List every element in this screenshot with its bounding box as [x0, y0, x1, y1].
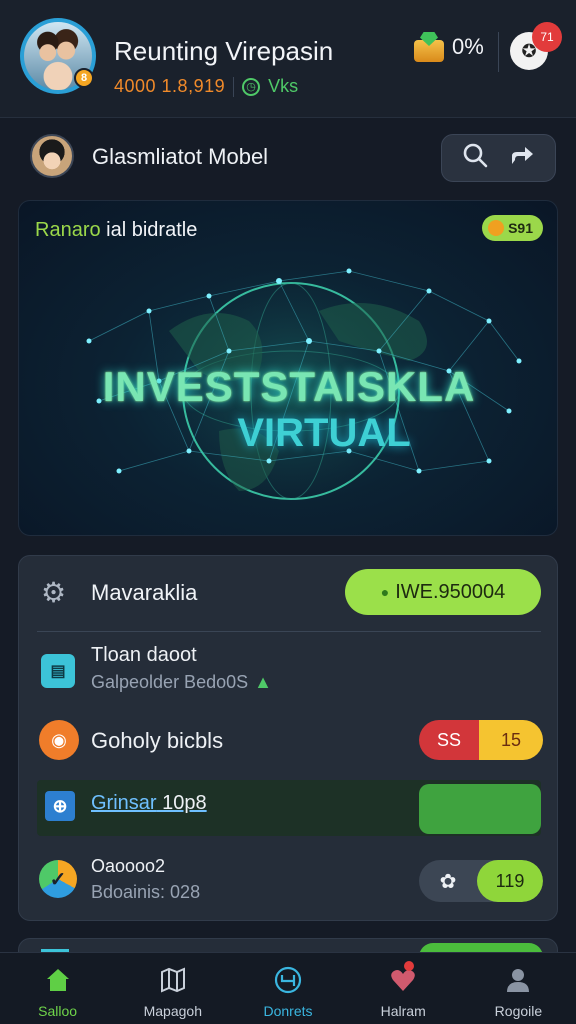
coin-value: 0%	[452, 34, 484, 59]
action-group	[441, 134, 556, 182]
coin-balance[interactable]: 0%	[412, 30, 484, 64]
tab-profile[interactable]: Rogoile	[461, 953, 576, 1024]
gear-icon[interactable]: ⚙	[41, 576, 66, 609]
hero-banner[interactable]: Ranaro ial bidratle S91 INVESTSTAISKLA V…	[18, 200, 558, 536]
item-subtitle: Galpeolder Bedo0S ▲	[91, 672, 272, 693]
leaf-icon: ●	[380, 584, 390, 600]
gear-icon: ✿	[439, 870, 457, 893]
gear-icon	[488, 220, 505, 236]
hero-headline-1: INVESTSTAISKLA	[102, 363, 476, 410]
stats-divider	[233, 76, 235, 97]
item-title-link[interactable]: Grinsar	[91, 792, 157, 814]
item-subtitle-text: Galpeolder Bedo0S	[91, 672, 249, 692]
treasure-icon	[412, 30, 446, 64]
home-icon	[43, 965, 73, 995]
hero-badge[interactable]: S91	[482, 215, 543, 241]
tab-map[interactable]: Mapagoh	[115, 953, 230, 1024]
tab-label: Salloo	[38, 1003, 78, 1019]
tab-home[interactable]: Salloo	[0, 953, 115, 1024]
item-subtitle: Bdoainis: 028	[91, 882, 201, 902]
wallet-icon	[273, 965, 303, 995]
share-icon[interactable]	[509, 142, 535, 174]
item-title: Goholy bicbls	[91, 728, 224, 753]
card-value: IWE.950004	[395, 580, 506, 603]
tab-label: Rogoile	[494, 1003, 543, 1019]
section-title: Glasmliatot Mobel	[92, 144, 269, 169]
profile-avatar[interactable]	[30, 134, 74, 178]
avatar-badge: 8	[74, 68, 94, 88]
list-item[interactable]: ◉ Goholy bicbls SS 15	[19, 710, 559, 774]
list-item[interactable]: ✓ Oaoooo2 Bdoainis: 028 ✿ 119	[19, 848, 559, 912]
hero-caption: Ranaro ial bidratle	[35, 219, 197, 242]
stat-primary: 4000 1.8,919	[114, 76, 226, 96]
stat-secondary: Vks	[268, 76, 299, 96]
app-root: 8 Reunting Virepasin 4000 1.8,919 ◷ Vks …	[0, 0, 576, 1024]
heart-icon	[388, 965, 418, 995]
up-arrow-icon: ▲	[254, 672, 272, 692]
profile-icon	[503, 965, 533, 995]
calendar-icon: ▤	[41, 654, 75, 688]
tab-wallet[interactable]: Donrets	[230, 953, 345, 1024]
globe-icon: ⊕	[45, 791, 75, 821]
score-right: 15	[479, 720, 543, 760]
header-divider	[498, 32, 499, 72]
hero-caption-rest: ial bidratle	[100, 219, 198, 241]
bottom-tab-bar: Salloo Mapagoh Donrets Halram Rogoile	[0, 952, 576, 1024]
card-value-pill[interactable]: ● IWE.950004	[345, 569, 541, 615]
hero-caption-highlight: Ranaro	[35, 219, 101, 241]
tab-label: Halram	[380, 1003, 426, 1019]
card-header-label: Mavaraklia	[91, 580, 198, 605]
item-title: Grinsar 10p8	[91, 792, 207, 815]
hero-badge-value: S91	[508, 220, 533, 236]
item-title: Oaoooo2	[91, 856, 166, 876]
card-header: ⚙ Mavaraklia ● IWE.950004	[19, 556, 559, 630]
list-item[interactable]: ⊕ Grinsar 10p8	[19, 780, 559, 836]
action-button[interactable]	[419, 784, 541, 834]
card-divider	[37, 631, 541, 632]
clock-icon: ◷	[242, 77, 261, 96]
check-icon: ✓	[39, 860, 77, 898]
tab-favorites[interactable]: Halram	[346, 953, 461, 1024]
header-stats: 4000 1.8,919 ◷ Vks	[114, 76, 298, 97]
tab-label: Donrets	[263, 1003, 313, 1019]
notification-count: 71	[532, 22, 562, 52]
portfolio-card: ⚙ Mavaraklia ● IWE.950004 ▤ Tloan daoot …	[18, 555, 558, 921]
map-icon	[158, 965, 188, 995]
favorites-dot	[403, 961, 414, 971]
list-item[interactable]: ▤ Tloan daoot Galpeolder Bedo0S ▲	[19, 640, 559, 700]
hero-headline-2: VIRTUAL	[237, 411, 411, 455]
tab-label: Mapagoh	[143, 1003, 202, 1019]
toggle-value: 119	[477, 860, 543, 902]
chat-icon: ◉	[39, 720, 79, 760]
app-title: Reunting Virepasin	[114, 36, 334, 66]
item-title-tail: 10p8	[156, 792, 207, 814]
search-icon[interactable]	[462, 142, 488, 174]
toggle-pill[interactable]: ✿ 119	[419, 860, 543, 902]
item-title: Tloan daoot	[91, 644, 197, 666]
top-header: 8 Reunting Virepasin 4000 1.8,919 ◷ Vks …	[0, 0, 576, 118]
score-left: SS	[419, 720, 479, 760]
score-pill[interactable]: SS 15	[419, 720, 543, 760]
user-avatar[interactable]: 8	[20, 18, 96, 94]
